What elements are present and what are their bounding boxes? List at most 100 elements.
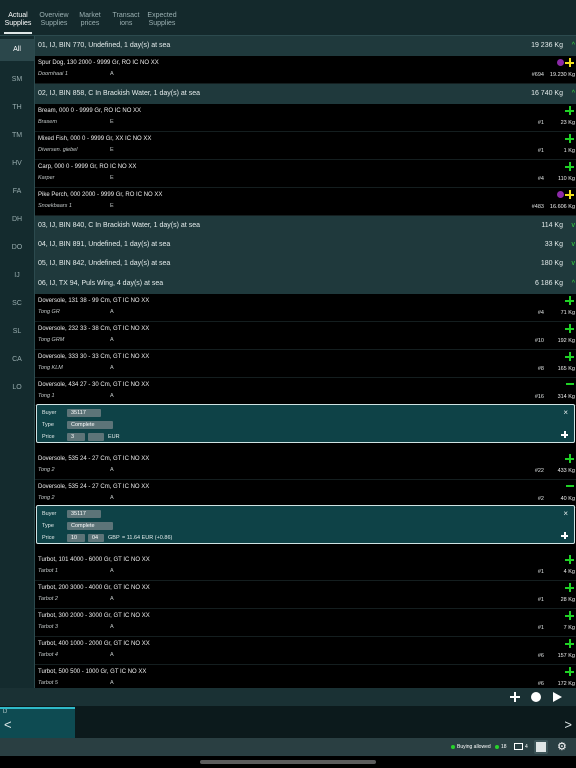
record-icon[interactable]	[531, 692, 541, 702]
chevron-down-icon[interactable]: v	[572, 216, 576, 236]
supply-row[interactable]: Doversole, 333 30 - 33 Cm, GT IC NO XX To…	[35, 350, 576, 378]
supply-row[interactable]: Turbot, 500 500 - 1000 Gr, GT IC NO XX Ta…	[35, 665, 576, 688]
sidebar-item-ca[interactable]: CA	[0, 356, 34, 363]
chevron-right-icon[interactable]: >	[564, 717, 572, 732]
supply-row[interactable]: Turbot, 400 1000 - 2000 Gr, GT IC NO XX T…	[35, 637, 576, 665]
tab-market-prices[interactable]: Market prices	[76, 12, 104, 28]
play-icon[interactable]	[553, 692, 562, 702]
add-bid-icon[interactable]	[565, 555, 574, 564]
price-integer-field[interactable]: 10	[67, 534, 85, 542]
add-icon[interactable]	[561, 431, 568, 438]
type-select[interactable]: Complete	[67, 522, 113, 530]
sidebar-item-ij[interactable]: IJ	[0, 272, 34, 279]
supply-row[interactable]: Doversole, 232 33 - 38 Cm, GT IC NO XX To…	[35, 322, 576, 350]
close-icon[interactable]: ×	[563, 408, 568, 417]
chevron-up-icon[interactable]: ^	[572, 274, 575, 294]
home-indicator	[200, 760, 376, 764]
price-decimal-field[interactable]: 04	[88, 534, 104, 542]
quality: E	[110, 203, 114, 209]
supply-row[interactable]: Doversole, 535 24 - 27 Cm, GT IC NO XX To…	[35, 452, 576, 480]
sidebar-item-tm[interactable]: TM	[0, 132, 34, 139]
supply-row[interactable]: Doversole, 131 38 - 99 Cm, GT IC NO XX To…	[35, 294, 576, 322]
supply-row[interactable]: Turbot, 200 3000 - 4000 Gr, GT IC NO XX T…	[35, 581, 576, 609]
gear-icon[interactable]: ⚙	[557, 740, 567, 754]
vessel-group-header[interactable]: 05, IJ, BIN 842, Undefined, 1 day(s) at …	[35, 254, 576, 274]
tab-expected-supplies[interactable]: Expected Supplies	[147, 12, 177, 28]
sidebar-item-hv[interactable]: HV	[0, 160, 34, 167]
vessel-group-header[interactable]: 01, IJ, BIN 770, Undefined, 1 day(s) at …	[35, 36, 576, 56]
type-select[interactable]: Complete	[67, 421, 113, 429]
vessel-group-header[interactable]: 06, IJ, TX 94, Puls Wing, 4 day(s) at se…	[35, 274, 576, 294]
supply-row[interactable]: Carp, 000 0 - 9999 Gr, RO IC NO XX Karper…	[35, 160, 576, 188]
buyer-field[interactable]: 35117	[67, 510, 101, 518]
product-name: Doversole, 333 30 - 33 Cm, GT IC NO XX	[38, 354, 150, 360]
remove-bid-icon[interactable]	[566, 383, 574, 385]
add-bid-icon[interactable]	[565, 324, 574, 333]
product-name: Doversole, 535 24 - 27 Cm, GT IC NO XX	[38, 484, 150, 490]
vessel-group-header[interactable]: 04, IJ, BIN 891, Undefined, 1 day(s) at …	[35, 235, 576, 255]
quality: A	[110, 652, 114, 658]
price-decimal-field[interactable]	[88, 433, 104, 441]
group-weight: 6 186 Kg	[534, 280, 563, 287]
buying-status: Buying allowed	[457, 744, 491, 750]
sidebar-item-sc[interactable]: SC	[0, 300, 34, 307]
vessel-group-header[interactable]: 03, IJ, BIN 840, C In Brackish Water, 1 …	[35, 216, 576, 236]
sidebar-item-dh[interactable]: DH	[0, 216, 34, 223]
type-label: Type	[42, 523, 54, 529]
mail-icon[interactable]	[514, 743, 523, 750]
buyer-field[interactable]: 35117	[67, 409, 101, 417]
sidebar-item-sl[interactable]: SL	[0, 328, 34, 335]
vessel-group-header[interactable]: 02, IJ, BIN 858, C In Brackish Water, 1 …	[35, 84, 576, 104]
tab-overview-supplies[interactable]: Overview Supplies	[39, 12, 69, 28]
remove-bid-icon[interactable]	[566, 485, 574, 487]
product-subname: Tarbot 5	[38, 680, 58, 686]
add-bid-icon[interactable]	[565, 296, 574, 305]
add-bid-icon[interactable]	[565, 454, 574, 463]
supply-row[interactable]: Doversole, 535 24 - 27 Cm, GT IC NO XX To…	[35, 480, 576, 508]
chevron-down-icon[interactable]: v	[572, 254, 576, 274]
chevron-up-icon[interactable]: ^	[572, 84, 575, 104]
supplies-list[interactable]: 01, IJ, BIN 770, Undefined, 1 day(s) at …	[34, 36, 576, 688]
add-bid-icon[interactable]	[565, 583, 574, 592]
supply-row[interactable]: Bream, 000 0 - 9999 Gr, RO IC NO XX Brase…	[35, 104, 576, 132]
document-icon[interactable]	[534, 740, 548, 754]
quality: A	[110, 337, 114, 343]
sidebar-item-sm[interactable]: SM	[0, 76, 34, 83]
lot-count: #483	[531, 204, 544, 210]
tab-transactions[interactable]: Transact ions	[111, 12, 141, 28]
add-bid-icon[interactable]	[565, 639, 574, 648]
chevron-up-icon[interactable]: ^	[572, 36, 575, 56]
supply-row[interactable]: Pike Perch, 000 2000 - 9999 Gr, RO IC NO…	[35, 188, 576, 216]
supply-row[interactable]: Mixed Fish, 000 0 - 9999 Gr, XX IC NO XX…	[35, 132, 576, 160]
supply-row[interactable]: Doversole, 434 27 - 30 Cm, GT IC NO XX To…	[35, 378, 576, 406]
add-bid-icon[interactable]	[565, 106, 574, 115]
close-icon[interactable]: ×	[563, 509, 568, 518]
supply-row[interactable]: Turbot, 101 4000 - 6000 Gr, GT IC NO XX T…	[35, 553, 576, 581]
sidebar-item-th[interactable]: TH	[0, 104, 34, 111]
status-dot-icon	[451, 745, 455, 749]
chevron-down-icon[interactable]: v	[572, 235, 576, 255]
price-integer-field[interactable]: 3	[67, 433, 85, 441]
add-icon[interactable]	[561, 532, 568, 539]
add-bid-icon[interactable]	[565, 352, 574, 361]
chevron-left-icon[interactable]: <	[4, 717, 12, 732]
lot-count: #1	[537, 120, 544, 126]
status-count: 18	[501, 744, 507, 750]
sidebar-item-lo[interactable]: LO	[0, 384, 34, 391]
quality: A	[110, 365, 114, 371]
lot-count: #22	[534, 468, 544, 474]
sidebar-item-all[interactable]: All	[0, 39, 34, 61]
add-bid-icon[interactable]	[565, 162, 574, 171]
sidebar-item-fa[interactable]: FA	[0, 188, 34, 195]
add-icon[interactable]	[510, 692, 520, 702]
add-bid-icon[interactable]	[565, 611, 574, 620]
add-bid-icon[interactable]	[565, 667, 574, 676]
add-bid-icon[interactable]	[565, 58, 574, 67]
add-bid-icon[interactable]	[565, 190, 574, 199]
supply-row[interactable]: Spur Dog, 130 2000 - 9999 Gr, RO IC NO X…	[35, 56, 576, 84]
add-bid-icon[interactable]	[565, 134, 574, 143]
supply-row[interactable]: Turbot, 300 2000 - 3000 Gr, GT IC NO XX T…	[35, 609, 576, 637]
tab-actual-supplies[interactable]: Actual Supplies	[4, 12, 32, 34]
sidebar-item-do[interactable]: DO	[0, 244, 34, 251]
lot-count: #8	[537, 366, 544, 372]
